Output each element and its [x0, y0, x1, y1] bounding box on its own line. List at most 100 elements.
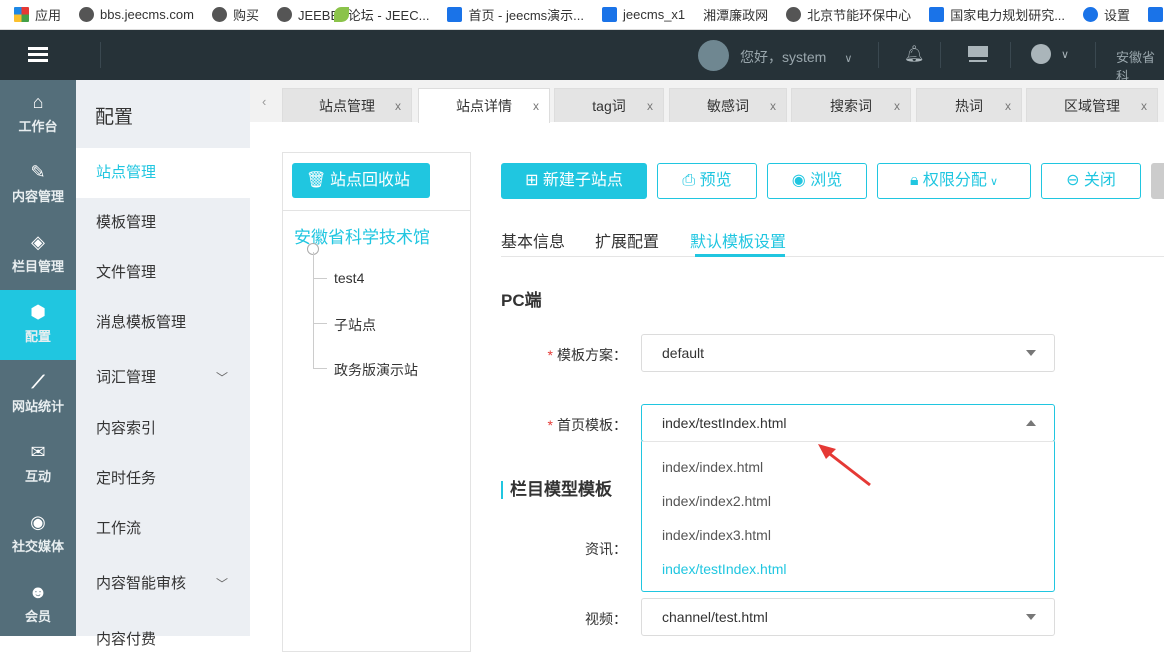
dropdown-option[interactable]: index/index3.html [642, 518, 1054, 552]
nav-channel[interactable]: ◈ 栏目管理 [0, 220, 76, 290]
close-icon[interactable]: x [647, 89, 653, 123]
apps-icon [14, 7, 29, 22]
browse-button[interactable]: ◉ 浏览 [767, 163, 867, 199]
bookmark[interactable]: jeecms_x1 [602, 7, 685, 22]
tree-line [313, 278, 327, 279]
submenu-schedule[interactable]: 定时任务 [76, 454, 250, 504]
more-button[interactable] [1151, 163, 1164, 199]
chat-icon: ✉ [30, 442, 46, 462]
submenu-site-manage[interactable]: 站点管理 [76, 148, 250, 198]
submenu-template[interactable]: 模板管理 [76, 198, 250, 248]
section-title: 栏目模型模板 [501, 481, 612, 499]
field-label: * 模板方案： [547, 347, 627, 363]
submenu-paid[interactable]: 内容付费 [76, 615, 250, 665]
nav-config[interactable]: ⬢ 配置 [0, 290, 76, 360]
chevron-down-icon: ﹀ [215, 371, 228, 385]
bookmark[interactable]: 湘潭廉政网 [334, 5, 768, 24]
bookmark[interactable]: 设置 [1083, 5, 1130, 24]
tab-search-words[interactable]: 搜索词 x [791, 88, 911, 122]
close-button[interactable]: ⊖ 关闭 [1041, 163, 1141, 199]
nav-stats[interactable]: ⟋ 网站统计 [0, 360, 76, 430]
site-icon [1148, 7, 1164, 22]
tree-node[interactable]: 政务版演示站 [334, 360, 418, 380]
minus-circle-icon: ⊖ [1066, 172, 1084, 189]
submenu-vocab[interactable]: 词汇管理 ﹀ [76, 353, 250, 403]
divider [1010, 42, 1011, 68]
tab-region[interactable]: 区域管理 x [1026, 88, 1158, 122]
divider [282, 210, 471, 211]
close-icon[interactable]: x [395, 89, 401, 123]
bookmark[interactable]: 国家 [1148, 5, 1164, 24]
eye-icon: ◉ [791, 172, 811, 189]
bookmark[interactable]: 应用 [14, 5, 61, 24]
globe-icon [79, 7, 95, 22]
site-icon [929, 7, 945, 22]
avatar[interactable] [698, 40, 729, 71]
lock-icon: 🔒︎ [909, 172, 923, 189]
form-tab-template[interactable]: 默认模板设置 [690, 228, 786, 252]
permission-button[interactable]: 🔒︎ 权限分配 ∨ [877, 163, 1031, 199]
tab-tag[interactable]: tag词 x [554, 88, 664, 122]
submenu-workflow[interactable]: 工作流 [76, 504, 250, 554]
tab-hot-words[interactable]: 热词 x [916, 88, 1022, 122]
divider [940, 42, 941, 68]
user-menu[interactable]: 您好，system ∨ [740, 47, 852, 67]
form-tab-basic[interactable]: 基本信息 [501, 228, 565, 252]
bookmark[interactable]: 首页 - jeecms演示... [447, 5, 584, 24]
layers-icon: ◈ [31, 232, 45, 252]
close-icon[interactable]: x [1005, 89, 1011, 123]
bookmark[interactable]: 国家电力规划研究... [929, 5, 1065, 24]
nav-content[interactable]: ✎ 内容管理 [0, 150, 76, 220]
dropdown-option-selected[interactable]: index/testIndex.html [642, 552, 1054, 586]
submenu-file[interactable]: 文件管理 [76, 248, 250, 298]
preview-button[interactable]: ⎙ 预览 [657, 163, 757, 199]
bookmark[interactable]: bbs.jeecms.com [79, 7, 194, 22]
sub-menu: 站点管理 模板管理 文件管理 消息模板管理 词汇管理 ﹀ 内容索引 定时任务 工作… [76, 80, 250, 648]
globe-icon [786, 7, 802, 22]
bookmark[interactable]: 购买 [211, 5, 259, 24]
close-icon[interactable]: x [894, 89, 900, 123]
new-subsite-button[interactable]: ⊞ 新建子站点 [501, 163, 647, 199]
palette-icon[interactable] [1031, 44, 1051, 64]
globe-icon [276, 7, 292, 22]
nav-workbench[interactable]: ⌂ 工作台 [0, 80, 76, 150]
bookmark[interactable]: 北京节能环保中心 [786, 5, 911, 24]
chevron-down-icon[interactable]: ∨ [1061, 48, 1069, 61]
active-tab-underline [695, 254, 785, 257]
globe-icon [211, 7, 227, 22]
divider [100, 42, 101, 68]
nav-member[interactable]: ☻ 会员 [0, 570, 76, 640]
top-header [0, 30, 1164, 80]
site-icon [602, 7, 618, 22]
hamburger-menu-icon[interactable] [28, 47, 48, 62]
nav-interact[interactable]: ✉ 互动 [0, 430, 76, 500]
leaf-icon [334, 7, 349, 22]
video-template-select[interactable]: channel/test.html [641, 598, 1055, 636]
tree-node[interactable]: 子站点 [334, 315, 376, 335]
tab-site-manage[interactable]: 站点管理 x [282, 88, 412, 122]
bookmark[interactable]: JEEBBS论坛 - JEEC... [276, 5, 429, 24]
home-icon: ⌂ [32, 92, 44, 112]
tab-site-detail[interactable]: 站点详情 x [418, 88, 550, 123]
nav-social[interactable]: ◉ 社交媒体 [0, 500, 76, 570]
submenu-ai-review[interactable]: 内容智能审核 ﹀ [76, 559, 250, 609]
close-icon[interactable]: x [533, 89, 539, 123]
tab-sensitive[interactable]: 敏感词 x [669, 88, 787, 122]
bell-icon[interactable]: 🔔︎ [904, 44, 924, 64]
submenu-title: 配置 [95, 107, 134, 128]
tree-node[interactable]: test4 [334, 270, 364, 286]
tree-line [313, 368, 327, 369]
monitor-icon[interactable] [968, 46, 988, 60]
preview-icon: ⎙ [682, 172, 700, 189]
close-icon[interactable]: x [770, 89, 776, 123]
submenu-index[interactable]: 内容索引 [76, 404, 250, 454]
chevron-left-icon[interactable]: ‹ [262, 94, 266, 109]
close-icon[interactable]: x [1141, 89, 1147, 123]
submenu-msg-template[interactable]: 消息模板管理 [76, 298, 250, 348]
template-scheme-select[interactable]: default [641, 334, 1055, 372]
form-tab-extend[interactable]: 扩展配置 [595, 228, 659, 252]
user-icon: ☻ [28, 582, 48, 602]
tree-line [313, 252, 314, 368]
chart-icon: ⟋ [31, 372, 45, 392]
recycle-bin-button[interactable]: 🗑︎ 站点回收站 [292, 163, 430, 198]
